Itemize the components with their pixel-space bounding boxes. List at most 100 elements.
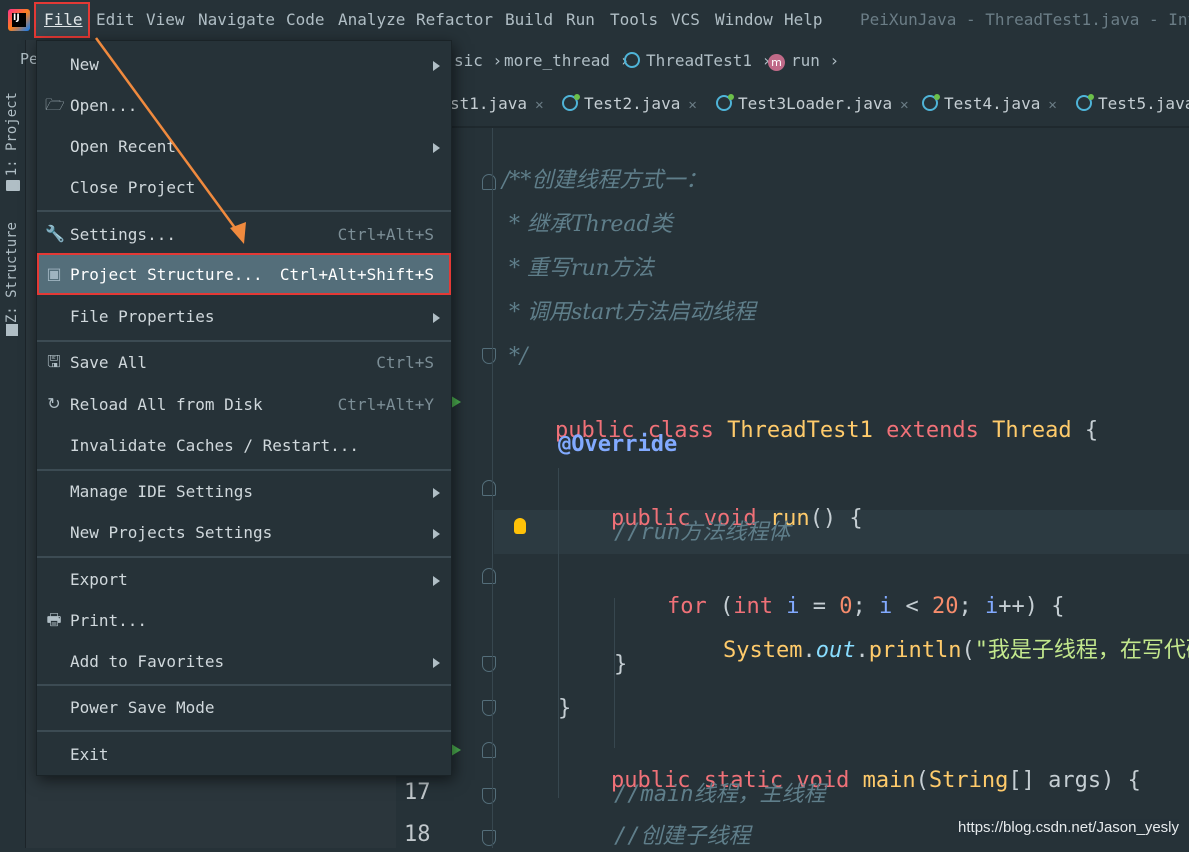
editor-tab[interactable]: Test4.java ✕ (922, 94, 1057, 113)
menu-view[interactable]: View (146, 10, 185, 30)
lightbulb-icon[interactable] (514, 518, 526, 534)
menu-item-save-all[interactable]: 🖫 Save All Ctrl+S (38, 342, 450, 382)
method-icon: m (768, 54, 785, 71)
class-icon (1076, 94, 1094, 111)
line-number: 17 (404, 780, 431, 805)
editor-tab[interactable]: Test5.java (1076, 94, 1189, 113)
menu-file[interactable]: File (44, 10, 83, 30)
window-title: PeiXunJava - ThreadTest1.java - Intel (860, 10, 1189, 29)
code-line: } (614, 652, 628, 677)
wrench-icon: 🔧 (45, 224, 65, 243)
menu-item-open-recent[interactable]: Open Recent (38, 126, 450, 166)
code-line: * 继承Thread类 (502, 212, 673, 237)
menu-navigate[interactable]: Navigate (198, 10, 275, 30)
menu-separator (37, 210, 451, 212)
fold-icon[interactable] (482, 742, 496, 758)
submenu-arrow-icon (433, 143, 440, 153)
code-line: for (int i = 0; i < 20; i++) { (666, 594, 1065, 619)
fold-icon[interactable] (482, 700, 496, 716)
code-line: public class ThreadTest1 extends Thread … (554, 418, 1099, 443)
menu-analyze[interactable]: Analyze (338, 10, 405, 30)
close-icon[interactable]: ✕ (1048, 97, 1056, 113)
menu-item-export[interactable]: Export (38, 559, 450, 599)
code-line: */ (502, 344, 528, 369)
menu-window[interactable]: Window (715, 10, 773, 30)
editor-tab[interactable]: Test3Loader.java ✕ (716, 94, 909, 113)
menu-item-add-to-favorites[interactable]: Add to Favorites (38, 641, 450, 681)
project-structure-icon: ▣ (46, 264, 62, 283)
submenu-arrow-icon (433, 488, 440, 498)
class-icon (562, 94, 580, 111)
fold-icon[interactable] (482, 174, 496, 190)
code-line: /**创建线程方式一： (502, 168, 708, 193)
code-line: } (558, 696, 572, 721)
breadcrumb-item[interactable]: sic › (454, 51, 502, 70)
close-icon[interactable]: ✕ (688, 97, 696, 113)
save-icon: 🖫 (47, 352, 61, 371)
submenu-arrow-icon (433, 658, 440, 668)
submenu-arrow-icon (433, 576, 440, 586)
structure-tool-tab[interactable]: Z: Structure (4, 222, 20, 323)
breadcrumb-item[interactable]: ThreadTest1 › (624, 51, 771, 70)
menu-item-settings[interactable]: 🔧 Settings... Ctrl+Alt+S (38, 214, 450, 254)
submenu-arrow-icon (433, 529, 440, 539)
menu-item-exit[interactable]: Exit (38, 734, 450, 774)
menu-item-project-structure[interactable]: ▣ Project Structure... Ctrl+Alt+Shift+S (37, 253, 451, 295)
printer-icon: 🖶 (46, 610, 62, 629)
menu-item-print[interactable]: 🖶 Print... (38, 600, 450, 640)
menu-help[interactable]: Help (784, 10, 823, 30)
menu-separator (37, 730, 451, 732)
menu-item-manage-ide-settings[interactable]: Manage IDE Settings (38, 471, 450, 511)
editor-tab[interactable]: Test2.java ✕ (562, 94, 697, 113)
editor-tabs: st1.java ✕ Test2.java ✕ Test3Loader.java ✕ … (396, 82, 1189, 128)
menu-refactor[interactable]: Refactor (416, 10, 493, 30)
close-icon[interactable]: ✕ (535, 97, 543, 113)
menu-item-open[interactable]: 🗁 Open... (38, 85, 450, 125)
menu-build[interactable]: Build (505, 10, 553, 30)
fold-icon[interactable] (482, 568, 496, 584)
fold-icon[interactable] (482, 348, 496, 364)
editor-tab[interactable]: st1.java ✕ (450, 94, 544, 113)
fold-icon[interactable] (482, 656, 496, 672)
indent-guide (492, 128, 493, 848)
menu-tools[interactable]: Tools (610, 10, 658, 30)
menu-vcs[interactable]: VCS (671, 10, 700, 30)
fold-icon[interactable] (482, 830, 496, 846)
code-line: @Override (558, 432, 678, 457)
folder-icon (6, 180, 20, 191)
code-line: System.out.println("我是子线程，在写代码" (722, 638, 1189, 663)
line-number: 18 (404, 822, 431, 847)
menu-code[interactable]: Code (286, 10, 325, 30)
breadcrumb-item[interactable]: more_thread › (504, 51, 629, 70)
fold-icon[interactable] (482, 480, 496, 496)
submenu-arrow-icon (433, 61, 440, 71)
class-icon (624, 52, 640, 68)
code-line: public void run() { (610, 506, 863, 531)
menu-separator (37, 684, 451, 686)
menu-run[interactable]: Run (566, 10, 595, 30)
menu-edit[interactable]: Edit (96, 10, 135, 30)
submenu-arrow-icon (433, 313, 440, 323)
breadcrumb: sic › more_thread › ThreadTest1 › m run › (396, 40, 1189, 82)
close-icon[interactable]: ✕ (900, 97, 908, 113)
project-tool-tab[interactable]: 1: Project (4, 92, 20, 176)
file-menu-dropdown: New 🗁 Open... Open Recent Close Project … (36, 40, 452, 776)
menu-item-invalidate-caches[interactable]: Invalidate Caches / Restart... (38, 425, 450, 465)
code-editor[interactable]: 17 18 /**创建线程方式一： * 继承Thread类 * 重写run方法 … (396, 128, 1189, 849)
menu-item-file-properties[interactable]: File Properties (38, 296, 450, 336)
code-line: * 调用start方法启动线程 (502, 300, 756, 325)
left-tool-strip: 1: Project Z: Structure (0, 40, 26, 848)
menu-item-new-projects-settings[interactable]: New Projects Settings (38, 512, 450, 552)
menu-item-close-project[interactable]: Close Project (38, 167, 450, 207)
code-line: * 重写run方法 (502, 256, 654, 281)
code-line: //main线程，主线程 (614, 782, 826, 807)
intellij-logo-icon: IJ (8, 9, 30, 31)
menu-item-new[interactable]: New (38, 44, 450, 84)
fold-icon[interactable] (482, 788, 496, 804)
reload-icon: ↻ (47, 394, 61, 413)
breadcrumb-item[interactable]: m run › (768, 51, 839, 71)
folder-open-icon: 🗁 (45, 95, 65, 114)
code-line: //run方法线程体 (614, 520, 791, 545)
menu-item-reload-all[interactable]: ↻ Reload All from Disk Ctrl+Alt+Y (38, 384, 450, 424)
menu-item-power-save-mode[interactable]: Power Save Mode (38, 687, 450, 727)
